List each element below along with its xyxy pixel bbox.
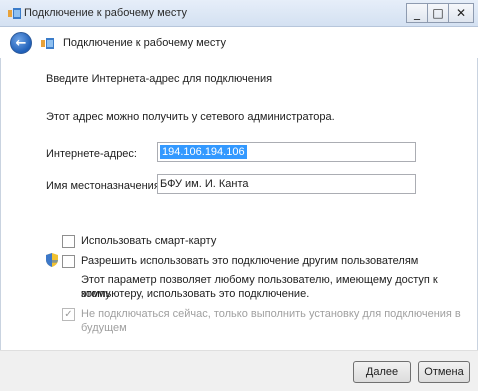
page-subtext: Этот адрес можно получить у сетевого адм…	[46, 111, 335, 123]
window-title: Подключение к рабочему месту	[24, 7, 188, 19]
allow-others-label[interactable]: Разрешить использовать это подключение д…	[81, 254, 418, 268]
address-input[interactable]: 194.106.194.106	[157, 142, 416, 162]
close-button[interactable]: ✕	[448, 3, 474, 23]
wizard-content: Введите Интернета-адрес для подключения …	[0, 58, 478, 348]
checkmark-icon: ✓	[64, 309, 73, 320]
uac-shield-icon	[46, 253, 58, 267]
wizard-title: Подключение к рабочему месту	[63, 37, 227, 49]
page-heading: Введите Интернета-адрес для подключения	[46, 73, 273, 85]
wizard-nav-bar: ← Подключение к рабочему месту	[0, 28, 478, 58]
back-button[interactable]: ←	[10, 32, 32, 54]
smartcard-label[interactable]: Использовать смарт-карту	[81, 234, 216, 248]
destination-label: Имя местоназначения:	[46, 180, 163, 192]
dialog-footer: Далее Отмена	[0, 350, 478, 391]
dont-connect-option[interactable]: ✓ Не подключаться сейчас, только выполни…	[62, 307, 461, 335]
smartcard-checkbox[interactable]	[62, 235, 75, 248]
back-arrow-icon: ←	[15, 35, 27, 51]
network-connection-icon	[41, 38, 54, 49]
window-controls: _ □ ✕	[406, 3, 474, 23]
dont-connect-label-line-1: Не подключаться сейчас, только выполнить…	[81, 308, 461, 320]
dialog-window: Подключение к рабочему месту _ □ ✕ ← Под…	[0, 0, 478, 391]
address-input-value: 194.106.194.106	[160, 145, 247, 159]
smartcard-option[interactable]: Использовать смарт-карту	[62, 234, 216, 248]
minimize-button[interactable]: _	[406, 3, 428, 23]
title-bar[interactable]: Подключение к рабочему месту _ □ ✕	[0, 0, 478, 27]
network-connection-icon	[8, 8, 21, 19]
dont-connect-label-line-2: будущем	[81, 322, 127, 334]
destination-input[interactable]: БФУ им. И. Канта	[157, 174, 416, 194]
maximize-button[interactable]: □	[427, 3, 449, 23]
cancel-button[interactable]: Отмена	[418, 361, 470, 383]
dont-connect-checkbox[interactable]: ✓	[62, 308, 75, 321]
dont-connect-label[interactable]: Не подключаться сейчас, только выполнить…	[81, 307, 461, 335]
allow-others-checkbox[interactable]	[62, 255, 75, 268]
allow-others-description-line-2: компьютеру, использовать это подключение…	[81, 288, 310, 300]
allow-others-option[interactable]: Разрешить использовать это подключение д…	[62, 254, 418, 268]
address-label: Интернете-адрес:	[46, 148, 137, 160]
next-button[interactable]: Далее	[353, 361, 411, 383]
